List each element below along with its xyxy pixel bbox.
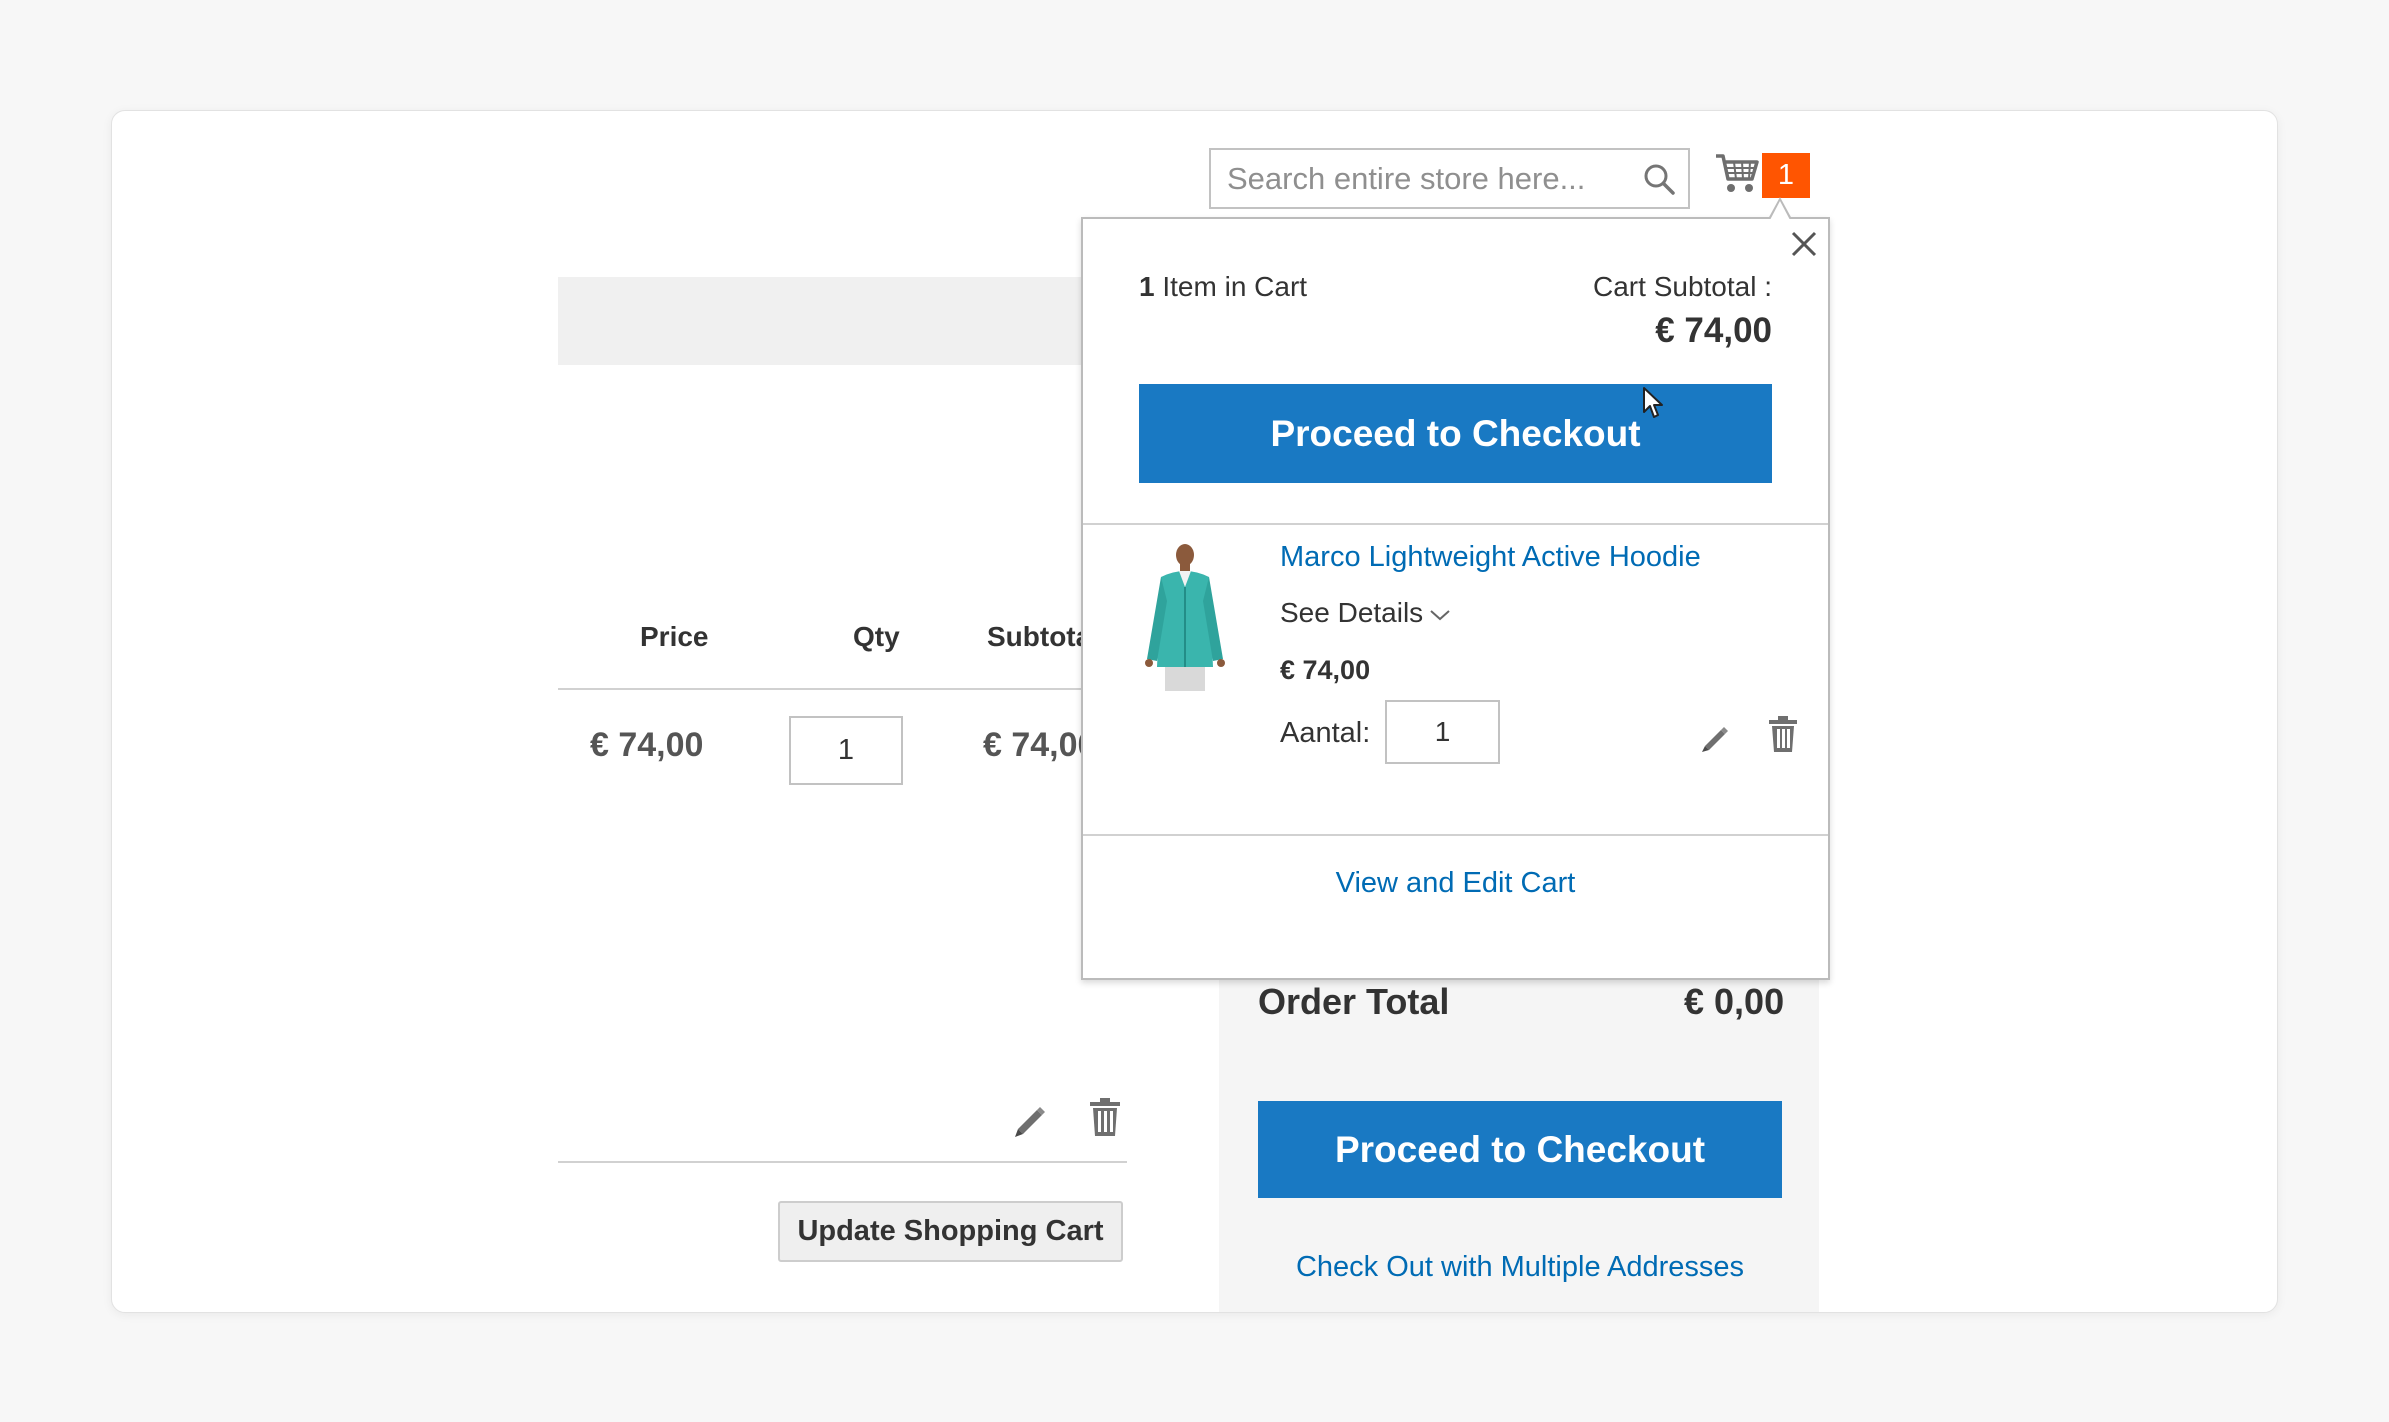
minicart-count-number: 1 [1139, 271, 1155, 302]
product-name-link[interactable]: Marco Lightweight Active Hoodie [1280, 541, 1701, 574]
search-box [1209, 148, 1690, 209]
column-header-price: Price [640, 621, 709, 652]
chevron-down-icon [1430, 609, 1450, 620]
delete-item-icon[interactable] [1087, 1097, 1123, 1137]
minicart-count-text: Item in Cart [1162, 271, 1308, 302]
search-input[interactable] [1211, 150, 1631, 207]
proceed-to-checkout-button[interactable]: Proceed to Checkout [1258, 1101, 1782, 1198]
cart-count-badge[interactable]: 1 [1762, 153, 1810, 198]
update-cart-button[interactable]: Update Shopping Cart [778, 1201, 1123, 1262]
minicart-qty-input[interactable] [1385, 700, 1500, 764]
minicart-checkout-button[interactable]: Proceed to Checkout [1139, 384, 1772, 483]
minicart-divider-top [1083, 523, 1828, 525]
minicart-divider-bottom [1083, 834, 1828, 836]
cart-subtotal-label: Cart Subtotal : [1593, 271, 1772, 302]
see-details-toggle[interactable]: See Details [1280, 597, 1451, 629]
order-total-label: Order Total [1258, 981, 1450, 1022]
view-edit-cart-link[interactable]: View and Edit Cart [1083, 867, 1828, 900]
item-price: € 74,00 [590, 726, 704, 764]
minicart-dropdown: 1 Item in Cart Cart Subtotal : € 74,00 P… [1081, 197, 1830, 980]
item-qty-input[interactable]: 1 [789, 716, 903, 785]
qty-label: Aantal: [1280, 717, 1371, 749]
page-card: 1 Price Qty Subtotal € 74,00 1 € 74,00 U… [111, 110, 2278, 1313]
order-total-value: € 0,00 [1684, 981, 1785, 1022]
shopping-cart-icon[interactable] [1714, 151, 1760, 195]
item-subtotal: € 74,00 [983, 726, 1097, 764]
product-thumbnail[interactable] [1143, 541, 1227, 693]
edit-item-icon[interactable] [1699, 721, 1731, 755]
search-icon[interactable] [1642, 162, 1676, 196]
column-header-qty: Qty [853, 621, 900, 652]
minicart-item-count: 1 Item in Cart [1139, 271, 1307, 303]
edit-item-icon[interactable] [1010, 1099, 1046, 1139]
close-icon[interactable] [1789, 229, 1819, 259]
multi-address-checkout-link[interactable]: Check Out with Multiple Addresses [1258, 1251, 1782, 1284]
trash-icon[interactable] [1767, 715, 1799, 753]
mouse-cursor-icon [1643, 387, 1663, 418]
dropdown-arrow-inner [1770, 201, 1790, 220]
product-price: € 74,00 [1280, 655, 1371, 685]
see-details-label: See Details [1280, 597, 1424, 628]
cart-subtotal-value: € 74,00 [1655, 311, 1772, 350]
table-footer-divider [558, 1161, 1127, 1163]
